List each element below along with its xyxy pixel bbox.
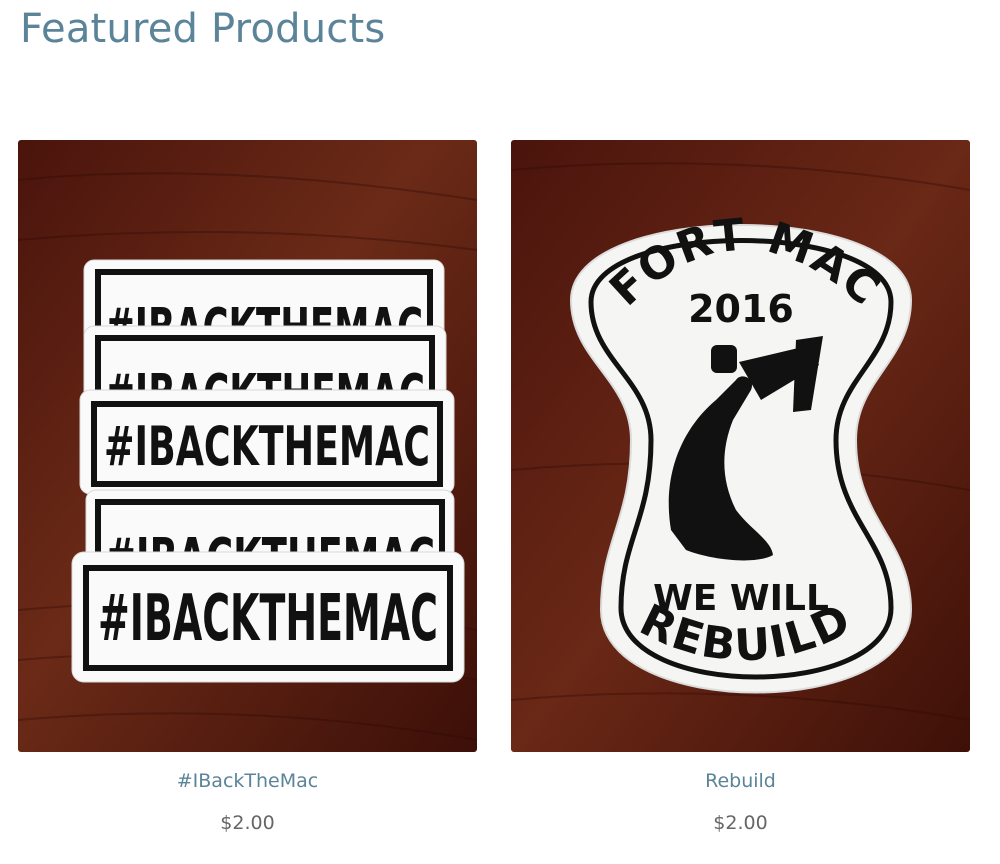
product-image-ibackthemac[interactable]: #IBACKTHEMAC #IBACKTHEMAC #IBACKTHEMAC #…	[18, 140, 477, 752]
fort-mac-rebuild-sticker-image: FORT MAC 2016 WE WILL REBUILD	[511, 140, 970, 752]
section-title: Featured Products	[20, 6, 386, 52]
sticker-text-3: #IBACKTHEMAC	[104, 415, 430, 478]
product-image-rebuild[interactable]: FORT MAC 2016 WE WILL REBUILD	[511, 140, 970, 752]
product-name-rebuild[interactable]: Rebuild	[511, 770, 970, 792]
product-price-ibackthemac: $2.00	[220, 812, 275, 834]
sticker-year-text: 2016	[688, 287, 794, 331]
sticker-text-5: #IBACKTHEMAC	[98, 582, 438, 656]
product-price-rebuild: $2.00	[713, 812, 768, 834]
product-name-ibackthemac[interactable]: #IBackTheMac	[18, 770, 477, 792]
sticker-stack-image: #IBACKTHEMAC #IBACKTHEMAC #IBACKTHEMAC #…	[18, 140, 477, 752]
